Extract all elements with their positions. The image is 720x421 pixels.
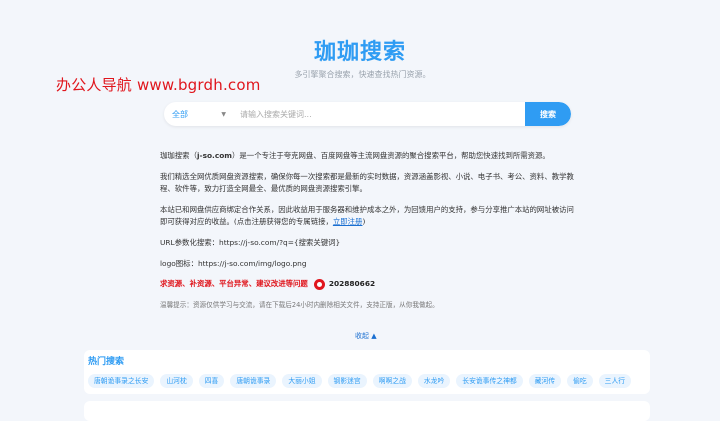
search-button[interactable]: 搜索 (525, 102, 571, 126)
intro-paragraph-2: 我们精选全网优质网盘资源搜索，确保你每一次搜索都是最新的实时数据，资源涵盖影视、… (160, 171, 574, 194)
hot-search-tag[interactable]: 山河枕 (160, 374, 193, 388)
hot-search-tag[interactable]: 偷吃 (567, 374, 593, 388)
qq-icon (313, 278, 325, 290)
search-bar: 全部 ▼ 搜索 (164, 102, 571, 126)
hot-search-tag[interactable]: 钢影迷宫 (327, 374, 367, 388)
hot-search-tag[interactable]: 藏河传 (528, 374, 562, 388)
hot-search-tag[interactable]: 四喜 (198, 374, 225, 388)
notice-text: 温馨提示：资源仅供学习与交流，请在下载后24小时内删除相关文件，支持正版，从你我… (160, 300, 439, 309)
site-title: 珈珈搜索 (313, 40, 406, 65)
url-param-info: URL参数化搜索：https://j-so.com/?q={搜索关键词} (160, 237, 341, 247)
hot-search-tag[interactable]: 水龙吟 (417, 374, 451, 388)
site-subtitle: 多引擎聚合搜索，快速查找热门资源。 (294, 70, 431, 79)
intro-paragraph-1: 珈珈搜索（j-so.com）是一个专注于夸克网盘、百度网盘等主流网盘资源的聚合搜… (160, 151, 550, 160)
register-link[interactable]: 立即注册 (333, 217, 363, 226)
search-input[interactable] (232, 108, 525, 120)
site-header: 珈珈搜索 多引擎聚合搜索，快速查找热门资源。 (0, 34, 720, 80)
intro-section: 珈珈搜索（j-so.com）是一个专注于夸克网盘、百度网盘等主流网盘资源的聚合搜… (160, 150, 576, 319)
qq-number: 202880662 (328, 279, 376, 289)
search-scope-value: 全部 (172, 109, 188, 119)
hot-search-tag[interactable]: 长安诡事传之神都 (456, 374, 523, 388)
hot-search-tag[interactable]: 唐朝诡事录之长安 (88, 374, 155, 388)
hot-search-tag[interactable]: 三人行 (598, 374, 632, 388)
hot-search-tags: 唐朝诡事录之长安 山河枕 四喜 唐朝诡事录 大丽小姐 钢影迷宫 啊啊之战 水龙吟 长安诡事传之神… (88, 374, 632, 388)
hot-search-card: 热门搜索 唐朝诡事录之长安 山河枕 四喜 唐朝诡事录 大丽小姐 钢影迷宫 啊啊之战 水龙吟 长安… (84, 350, 650, 394)
contact-line: 求资源、补资源、平台异常、建议改进等问题 202880662 (160, 278, 576, 291)
hot-search-tag[interactable]: 啊啊之战 (372, 374, 412, 388)
hot-search-tag[interactable]: 唐朝诡事录 (230, 374, 277, 388)
logo-info: logo图标：https://j-so.com/img/logo.png (160, 258, 307, 268)
contact-text: 求资源、补资源、平台异常、建议改进等问题 (160, 279, 308, 289)
collapse-toggle[interactable]: 收起 ▲ (355, 331, 377, 341)
chevron-down-icon: ▼ (221, 110, 226, 118)
results-card (84, 401, 650, 421)
site-domain: j-so.com (196, 151, 233, 160)
intro-paragraph-3: 本站已和网盘供应商绑定合作关系，因此收益用于服务器和维护成本之外，为回馈用户的支… (160, 204, 574, 227)
search-scope-select[interactable]: 全部 ▼ (164, 109, 232, 120)
hot-search-tag[interactable]: 大丽小姐 (282, 374, 322, 388)
hot-search-title: 热门搜索 (88, 357, 125, 367)
